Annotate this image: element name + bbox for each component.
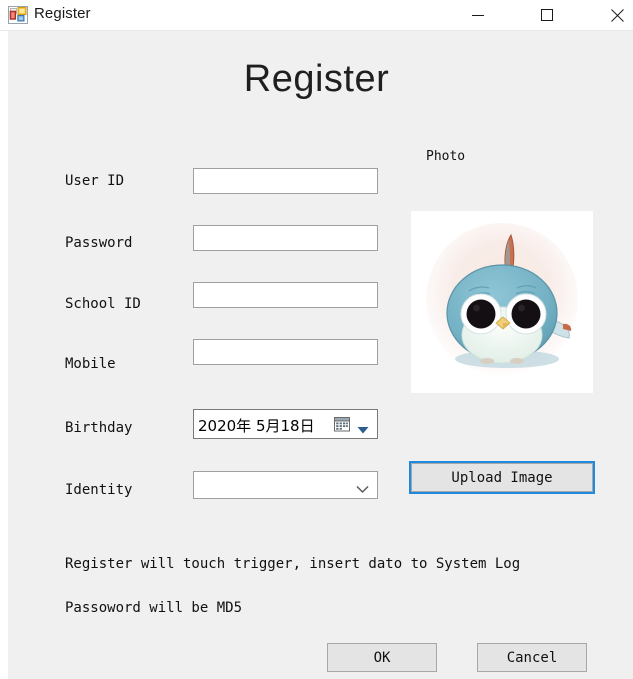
page-title: Register bbox=[243, 58, 390, 100]
minimize-button[interactable] bbox=[455, 0, 501, 30]
photo-label: Photo bbox=[426, 149, 466, 164]
ok-button[interactable]: OK bbox=[327, 643, 437, 672]
label-mobile: Mobile bbox=[65, 356, 116, 372]
label-user-id: User ID bbox=[65, 173, 125, 189]
maximize-icon bbox=[541, 9, 553, 21]
upload-image-button[interactable]: Upload Image bbox=[409, 461, 595, 494]
close-icon bbox=[610, 8, 624, 22]
photo-preview bbox=[411, 211, 593, 393]
birthday-date-picker[interactable]: 2020年 5月18日 bbox=[193, 409, 378, 439]
calendar-icon bbox=[334, 416, 350, 432]
note-line-md5: Passoword will be MD5 bbox=[65, 600, 243, 616]
label-identity: Identity bbox=[65, 482, 133, 498]
title-bar: Register bbox=[0, 0, 633, 31]
minimize-icon bbox=[472, 15, 484, 16]
user-id-input[interactable] bbox=[193, 168, 378, 194]
window-title: Register bbox=[34, 5, 91, 22]
label-school-id: School ID bbox=[65, 296, 141, 312]
label-password: Password bbox=[65, 235, 133, 251]
birthday-value: 2020年 5月18日 bbox=[198, 417, 315, 435]
chevron-down-icon[interactable] bbox=[357, 421, 369, 439]
cancel-button[interactable]: Cancel bbox=[477, 643, 587, 672]
winforms-app-icon bbox=[8, 6, 28, 24]
mobile-input[interactable] bbox=[193, 339, 378, 365]
dialog-client-area: Register User ID Password School ID Mobi… bbox=[8, 31, 633, 679]
maximize-button[interactable] bbox=[524, 0, 570, 30]
identity-combobox[interactable] bbox=[193, 471, 378, 499]
chevron-down-icon[interactable] bbox=[356, 481, 369, 499]
school-id-input[interactable] bbox=[193, 282, 378, 308]
note-line-trigger: Register will touch trigger, insert dato… bbox=[65, 556, 521, 572]
blue-bird-avatar bbox=[411, 211, 593, 393]
label-birthday: Birthday bbox=[65, 420, 133, 436]
register-window: Register Register User ID Password Schoo… bbox=[0, 0, 633, 679]
password-input[interactable] bbox=[193, 225, 378, 251]
close-button[interactable] bbox=[594, 0, 633, 30]
